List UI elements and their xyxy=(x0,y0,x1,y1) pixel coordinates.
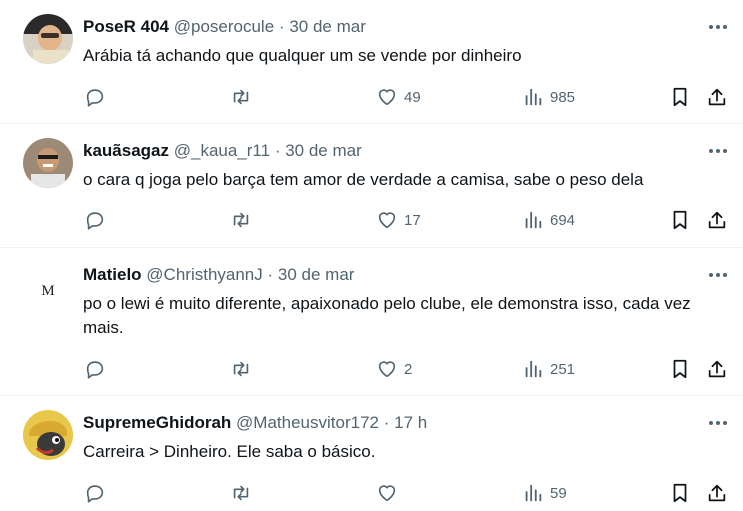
views-icon xyxy=(525,360,542,378)
reply-button[interactable] xyxy=(84,481,106,505)
views-button[interactable]: 985 xyxy=(522,85,575,109)
bookmark-button[interactable] xyxy=(669,357,691,381)
action-bar: 59 xyxy=(0,481,743,505)
view-count: 985 xyxy=(550,88,576,106)
retweet-button[interactable] xyxy=(230,85,252,109)
share-button[interactable] xyxy=(706,481,728,505)
avatar[interactable] xyxy=(23,138,73,188)
retweet-button[interactable] xyxy=(230,357,252,381)
like-button[interactable]: 49 xyxy=(376,85,421,109)
timestamp[interactable]: 30 de mar xyxy=(285,141,362,160)
tweet[interactable]: PoseR 404 @poserocule · 30 de mar Arábia… xyxy=(0,0,743,124)
bookmark-button[interactable] xyxy=(669,208,691,232)
reply-icon xyxy=(86,361,104,379)
bookmark-icon xyxy=(673,483,687,503)
heart-icon xyxy=(378,212,396,229)
tweet-text: Arábia tá achando que qualquer um se ven… xyxy=(83,46,522,65)
retweet-icon xyxy=(233,361,249,377)
bookmark-icon xyxy=(673,359,687,379)
user-handle[interactable]: @ChristhyannJ xyxy=(146,265,262,284)
avatar-letter: M xyxy=(41,283,54,299)
view-count: 251 xyxy=(550,360,576,378)
bookmark-icon xyxy=(673,87,687,107)
like-button[interactable]: 17 xyxy=(376,208,421,232)
action-bar: 2 251 xyxy=(0,357,743,381)
share-button[interactable] xyxy=(706,357,728,381)
views-button[interactable]: 694 xyxy=(522,208,575,232)
display-name[interactable]: SupremeGhidorah xyxy=(83,413,231,432)
like-count: 49 xyxy=(404,88,421,106)
action-bar: 49 985 xyxy=(0,85,743,109)
views-icon xyxy=(525,211,542,229)
tweet-text: Carreira > Dinheiro. Ele saba o básico. xyxy=(83,442,376,461)
display-name[interactable]: PoseR 404 xyxy=(83,17,169,36)
avatar[interactable]: M xyxy=(23,262,73,312)
like-button[interactable] xyxy=(376,481,404,505)
share-icon xyxy=(708,484,726,502)
reply-feed: PoseR 404 @poserocule · 30 de mar Arábia… xyxy=(0,0,743,511)
more-options-icon[interactable] xyxy=(707,142,729,160)
user-handle[interactable]: @_kaua_r11 xyxy=(174,141,270,160)
tweet-header: Matielo @ChristhyannJ · 30 de mar xyxy=(83,264,354,286)
share-button[interactable] xyxy=(706,85,728,109)
like-count: 2 xyxy=(404,360,413,378)
share-button[interactable] xyxy=(706,208,728,232)
like-count: 17 xyxy=(404,211,421,229)
reply-icon xyxy=(86,212,104,230)
user-handle[interactable]: @Matheusvitor172 xyxy=(236,413,379,432)
display-name[interactable]: Matielo xyxy=(83,265,142,284)
share-icon xyxy=(708,88,726,106)
separator: · xyxy=(267,265,274,284)
share-icon xyxy=(708,211,726,229)
views-button[interactable]: 251 xyxy=(522,357,575,381)
views-icon xyxy=(525,88,542,106)
tweet[interactable]: SupremeGhidorah @Matheusvitor172 · 17 h … xyxy=(0,396,743,511)
tweet-text: po o lewi é muito diferente, apaixonado … xyxy=(83,294,691,337)
separator: · xyxy=(274,141,281,160)
user-handle[interactable]: @poserocule xyxy=(174,17,274,36)
tweet[interactable]: kauãsagaz @_kaua_r11 · 30 de mar o cara … xyxy=(0,124,743,248)
reply-icon xyxy=(86,485,104,503)
more-options-icon[interactable] xyxy=(707,18,729,36)
retweet-icon xyxy=(233,89,249,105)
bookmark-button[interactable] xyxy=(669,481,691,505)
view-count: 59 xyxy=(550,484,567,502)
action-bar: 17 694 xyxy=(0,208,743,232)
display-name[interactable]: kauãsagaz xyxy=(83,141,169,160)
heart-icon xyxy=(378,89,396,106)
separator: · xyxy=(383,413,390,432)
retweet-icon xyxy=(233,212,249,228)
avatar[interactable] xyxy=(23,410,73,460)
reply-button[interactable] xyxy=(84,357,106,381)
retweet-button[interactable] xyxy=(230,481,252,505)
heart-icon xyxy=(378,361,396,378)
tweet-text: o cara q joga pelo barça tem amor de ver… xyxy=(83,170,644,189)
share-icon xyxy=(708,360,726,378)
reply-button[interactable] xyxy=(84,208,106,232)
bookmark-button[interactable] xyxy=(669,85,691,109)
retweet-icon xyxy=(233,485,249,501)
views-button[interactable]: 59 xyxy=(522,481,567,505)
retweet-button[interactable] xyxy=(230,208,252,232)
tweet-header: PoseR 404 @poserocule · 30 de mar xyxy=(83,16,366,38)
like-button[interactable]: 2 xyxy=(376,357,412,381)
more-options-icon[interactable] xyxy=(707,266,729,284)
separator: · xyxy=(278,17,285,36)
tweet-header: SupremeGhidorah @Matheusvitor172 · 17 h xyxy=(83,412,427,434)
more-options-icon[interactable] xyxy=(707,414,729,432)
timestamp[interactable]: 30 de mar xyxy=(278,265,355,284)
avatar[interactable] xyxy=(23,14,73,64)
view-count: 694 xyxy=(550,211,576,229)
tweet-header: kauãsagaz @_kaua_r11 · 30 de mar xyxy=(83,140,362,162)
views-icon xyxy=(525,484,542,502)
tweet[interactable]: M Matielo @ChristhyannJ · 30 de mar po o… xyxy=(0,248,743,396)
bookmark-icon xyxy=(673,210,687,230)
reply-icon xyxy=(86,89,104,107)
timestamp[interactable]: 30 de mar xyxy=(289,17,366,36)
reply-button[interactable] xyxy=(84,85,106,109)
heart-icon xyxy=(378,485,396,502)
timestamp[interactable]: 17 h xyxy=(394,413,427,432)
